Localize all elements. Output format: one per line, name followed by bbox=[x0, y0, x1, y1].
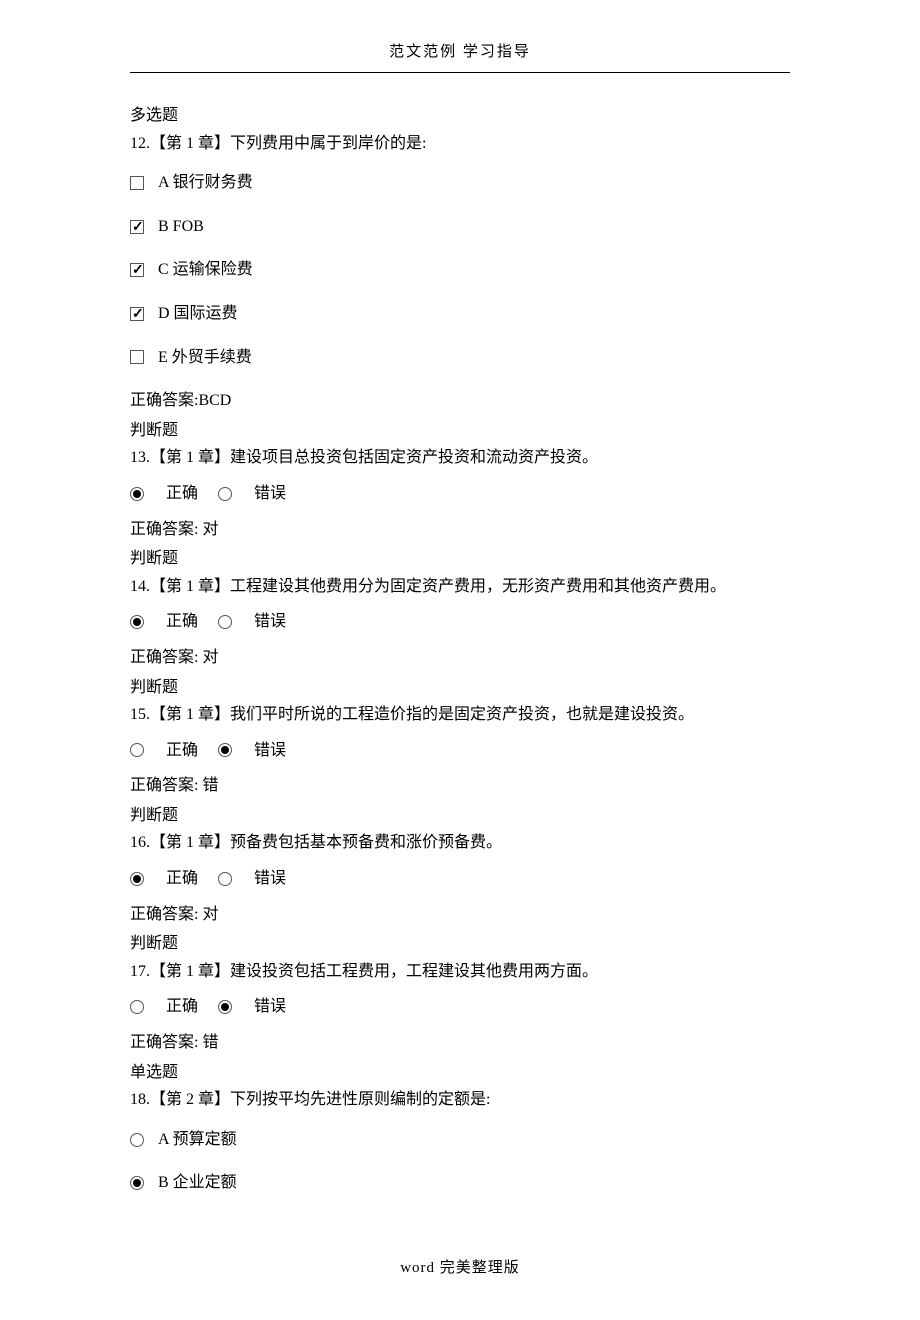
radio-icon[interactable] bbox=[130, 743, 144, 757]
option-true: 正确 bbox=[166, 738, 198, 764]
q12-option-a[interactable]: A 银行财务费 bbox=[130, 170, 790, 196]
q14-options: 正确 错误 bbox=[130, 609, 790, 635]
option-false: 错误 bbox=[254, 481, 286, 507]
q12-option-d[interactable]: D 国际运费 bbox=[130, 301, 790, 327]
checkbox-icon[interactable] bbox=[130, 307, 144, 321]
q14-text: 14.【第 1 章】工程建设其他费用分为固定资产费用，无形资产费用和其他资产费用… bbox=[130, 574, 790, 600]
q16-type: 判断题 bbox=[130, 803, 790, 829]
q18-text: 18.【第 2 章】下列按平均先进性原则编制的定额是: bbox=[130, 1087, 790, 1113]
option-label: A 银行财务费 bbox=[158, 170, 253, 196]
q13-options: 正确 错误 bbox=[130, 481, 790, 507]
option-label: A 预算定额 bbox=[158, 1127, 237, 1153]
radio-icon[interactable] bbox=[130, 487, 144, 501]
option-label: D 国际运费 bbox=[158, 301, 238, 327]
radio-icon[interactable] bbox=[218, 872, 232, 886]
option-true: 正确 bbox=[166, 609, 198, 635]
q17-options: 正确 错误 bbox=[130, 994, 790, 1020]
radio-icon[interactable] bbox=[130, 615, 144, 629]
radio-icon[interactable] bbox=[130, 872, 144, 886]
checkbox-icon[interactable] bbox=[130, 350, 144, 364]
q13-text: 13.【第 1 章】建设项目总投资包括固定资产投资和流动资产投资。 bbox=[130, 445, 790, 471]
q13-answer: 正确答案: 对 bbox=[130, 517, 790, 543]
option-label: B 企业定额 bbox=[158, 1170, 237, 1196]
q15-answer: 正确答案: 错 bbox=[130, 773, 790, 799]
q18-type: 单选题 bbox=[130, 1060, 790, 1086]
q13-type: 判断题 bbox=[130, 418, 790, 444]
option-false: 错误 bbox=[254, 866, 286, 892]
q12-answer: 正确答案:BCD bbox=[130, 388, 790, 414]
q12-option-b[interactable]: B FOB bbox=[130, 214, 790, 240]
page-header: 范文范例 学习指导 bbox=[130, 40, 790, 73]
radio-icon[interactable] bbox=[218, 1000, 232, 1014]
checkbox-icon[interactable] bbox=[130, 220, 144, 234]
page-footer: word 完美整理版 bbox=[0, 1256, 920, 1280]
q15-options: 正确 错误 bbox=[130, 738, 790, 764]
option-false: 错误 bbox=[254, 609, 286, 635]
radio-icon[interactable] bbox=[218, 487, 232, 501]
q16-answer: 正确答案: 对 bbox=[130, 902, 790, 928]
q14-answer: 正确答案: 对 bbox=[130, 645, 790, 671]
option-true: 正确 bbox=[166, 994, 198, 1020]
checkbox-icon[interactable] bbox=[130, 176, 144, 190]
q15-text: 15.【第 1 章】我们平时所说的工程造价指的是固定资产投资，也就是建设投资。 bbox=[130, 702, 790, 728]
radio-icon[interactable] bbox=[218, 615, 232, 629]
option-false: 错误 bbox=[254, 738, 286, 764]
checkbox-icon[interactable] bbox=[130, 263, 144, 277]
radio-icon[interactable] bbox=[218, 743, 232, 757]
option-false: 错误 bbox=[254, 994, 286, 1020]
q17-text: 17.【第 1 章】建设投资包括工程费用，工程建设其他费用两方面。 bbox=[130, 959, 790, 985]
q12-type: 多选题 bbox=[130, 103, 790, 129]
option-true: 正确 bbox=[166, 866, 198, 892]
radio-icon[interactable] bbox=[130, 1133, 144, 1147]
option-true: 正确 bbox=[166, 481, 198, 507]
radio-icon[interactable] bbox=[130, 1000, 144, 1014]
option-label: C 运输保险费 bbox=[158, 257, 253, 283]
radio-icon[interactable] bbox=[130, 1176, 144, 1190]
option-label: E 外贸手续费 bbox=[158, 345, 252, 371]
q16-options: 正确 错误 bbox=[130, 866, 790, 892]
q12-text: 12.【第 1 章】下列费用中属于到岸价的是: bbox=[130, 131, 790, 157]
q12-option-e[interactable]: E 外贸手续费 bbox=[130, 345, 790, 371]
q15-type: 判断题 bbox=[130, 675, 790, 701]
q12-option-c[interactable]: C 运输保险费 bbox=[130, 257, 790, 283]
q17-answer: 正确答案: 错 bbox=[130, 1030, 790, 1056]
q16-text: 16.【第 1 章】预备费包括基本预备费和涨价预备费。 bbox=[130, 830, 790, 856]
document-content: 多选题 12.【第 1 章】下列费用中属于到岸价的是: A 银行财务费 B FO… bbox=[130, 103, 790, 1196]
q18-option-b[interactable]: B 企业定额 bbox=[130, 1170, 790, 1196]
q17-type: 判断题 bbox=[130, 931, 790, 957]
option-label: B FOB bbox=[158, 214, 204, 240]
q18-option-a[interactable]: A 预算定额 bbox=[130, 1127, 790, 1153]
q14-type: 判断题 bbox=[130, 546, 790, 572]
